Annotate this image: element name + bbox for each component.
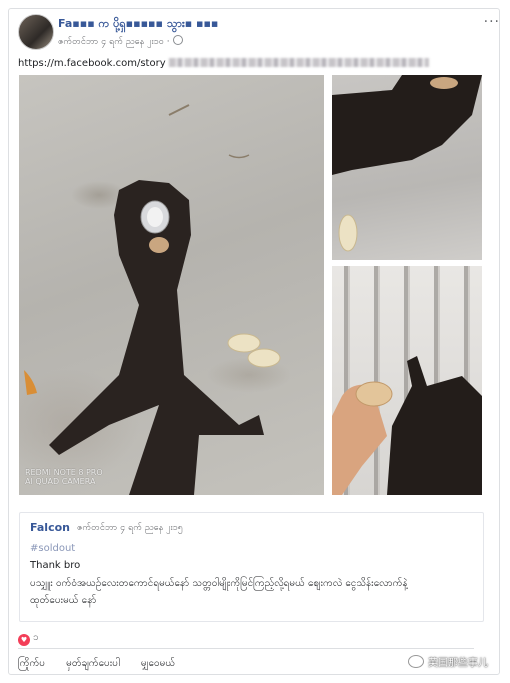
- bear-cub-image: [24, 104, 281, 495]
- globe-icon: [172, 35, 183, 45]
- love-reaction-icon: ♥: [18, 634, 30, 646]
- bear-cub-image: [332, 75, 482, 252]
- photo-main[interactable]: REDMI NOTE 8 PRO AI QUAD CAMERA: [19, 75, 324, 495]
- photo-bottom-right[interactable]: [332, 266, 482, 495]
- share-button[interactable]: မျှဝေမယ်: [141, 658, 175, 669]
- watermark-text: 英国那些事儿: [428, 658, 488, 669]
- avatar[interactable]: [18, 14, 54, 50]
- comment-line: Thank bro: [30, 560, 81, 571]
- reactions-summary[interactable]: ♥ ၁: [18, 630, 39, 646]
- wechat-icon: [408, 655, 424, 668]
- source-watermark: 英国那些事儿: [408, 654, 488, 669]
- bear-cub-image: [332, 356, 482, 495]
- comment-author[interactable]: Falcon: [30, 521, 70, 534]
- blurred-text: [168, 58, 429, 67]
- like-button[interactable]: ကြိုက်ပ: [18, 658, 45, 669]
- post-timestamp[interactable]: ဇက်တင်ဘာ ၄ ရက် ညနေ ၂း၁၀ ·: [58, 37, 170, 47]
- action-bar: ကြိုက်ပ မှတ်ချက်ပေးပါ မျှဝေမယ်: [18, 656, 193, 671]
- post-meta: ဇက်တင်ဘာ ၄ ရက် ညနေ ၂း၁၀ ·: [58, 35, 183, 49]
- comment-card: Falcon ဇက်တင်ဘာ ၄ ရက် ညနေ ၂း၁၅ #soldout …: [19, 512, 484, 622]
- photo-top-right[interactable]: [332, 75, 482, 260]
- comment-button[interactable]: မှတ်ချက်ပေးပါ: [66, 658, 120, 669]
- poster-name[interactable]: Fa▪▪▪ က ပို့ရှ▪▪▪▪▪ သွား▪ ▪▪▪: [58, 17, 218, 33]
- divider: [18, 648, 474, 649]
- camera-watermark: REDMI NOTE 8 PRO AI QUAD CAMERA: [25, 467, 103, 487]
- hashtag-link[interactable]: #soldout: [30, 543, 75, 554]
- comment-line: ထုတ်ပေးမယ် နော်: [30, 595, 97, 606]
- comment-line: ပသျှူး ဝက်ဝံအယဉ်လေးတကောင်ရမယ်နော် သတ္တဝါ…: [30, 578, 408, 589]
- comment-timestamp[interactable]: ဇက်တင်ဘာ ၄ ရက် ညနေ ၂း၁၅: [77, 522, 183, 535]
- post-link[interactable]: https://m.facebook.com/story: [18, 58, 429, 69]
- reaction-count: ၁: [33, 632, 39, 643]
- more-options-button[interactable]: ···: [484, 14, 500, 30]
- link-url-text: https://m.facebook.com/story: [18, 58, 166, 69]
